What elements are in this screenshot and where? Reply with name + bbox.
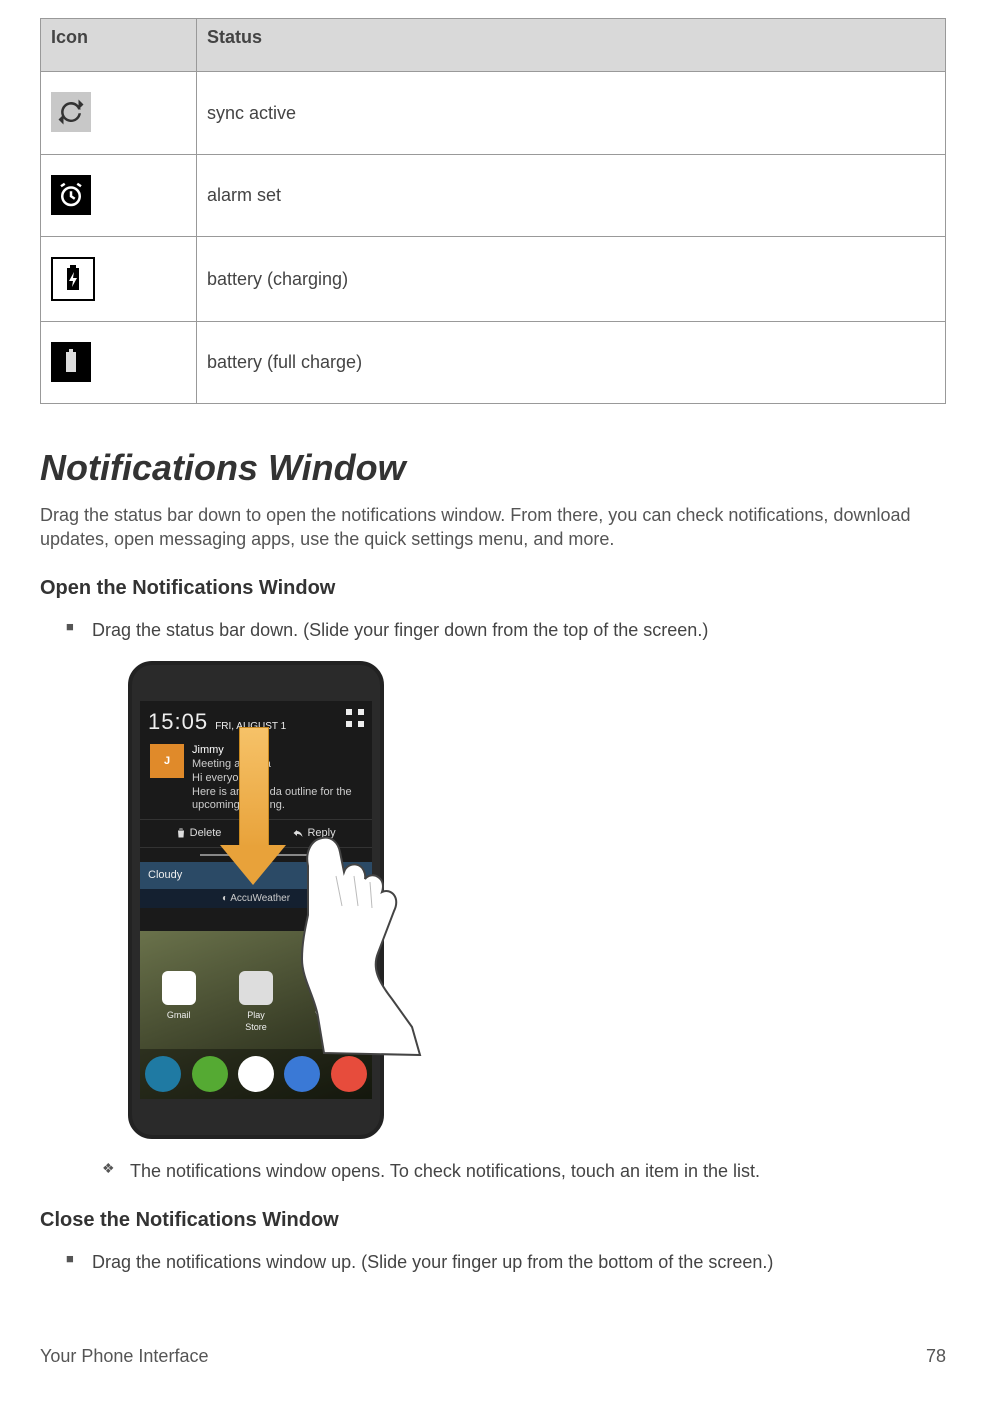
status-text: sync active [197, 72, 946, 154]
playstore-icon [239, 971, 273, 1005]
table-row: battery (charging) [41, 236, 946, 321]
status-text: battery (charging) [197, 236, 946, 321]
close-step: Drag the notifications window up. (Slide… [92, 1250, 946, 1274]
col-header-icon: Icon [41, 19, 197, 72]
open-step: Drag the status bar down. (Slide your fi… [92, 618, 946, 642]
browser-icon [284, 1056, 320, 1092]
table-row: alarm set [41, 154, 946, 236]
status-text: alarm set [197, 154, 946, 236]
phone-illustration: 15:05 FRI, AUGUST 1 J Jimmy Meeting agen… [128, 661, 438, 1141]
open-heading: Open the Notifications Window [40, 575, 946, 602]
phone-icon [145, 1056, 181, 1092]
sync-icon [51, 92, 91, 132]
battery-full-icon [51, 342, 91, 382]
avatar: J [150, 744, 184, 778]
footer-title: Your Phone Interface [40, 1344, 208, 1368]
section-heading: Notifications Window [40, 444, 946, 493]
drag-down-arrow-icon [228, 727, 278, 897]
status-icon-table: Icon Status sync active alarm set [40, 18, 946, 404]
open-result: The notifications window opens. To check… [130, 1159, 946, 1183]
table-row: sync active [41, 72, 946, 154]
alarm-icon [51, 175, 91, 215]
weather-condition: Cloudy [148, 868, 182, 883]
apps-icon [238, 1056, 274, 1092]
shade-time: 15:05 [148, 709, 208, 734]
battery-charging-icon [51, 257, 95, 301]
chrome-icon [331, 1056, 367, 1092]
close-heading: Close the Notifications Window [40, 1207, 946, 1234]
status-text: battery (full charge) [197, 321, 946, 403]
messages-icon [192, 1056, 228, 1092]
section-lead: Drag the status bar down to open the not… [40, 503, 946, 552]
page-number: 78 [926, 1344, 946, 1368]
col-header-status: Status [197, 19, 946, 72]
notif-sender: Jimmy [192, 744, 224, 756]
gmail-icon [162, 971, 196, 1005]
hand-pointer-icon [278, 806, 448, 1056]
quick-settings-icon [346, 709, 364, 727]
table-row: battery (full charge) [41, 321, 946, 403]
